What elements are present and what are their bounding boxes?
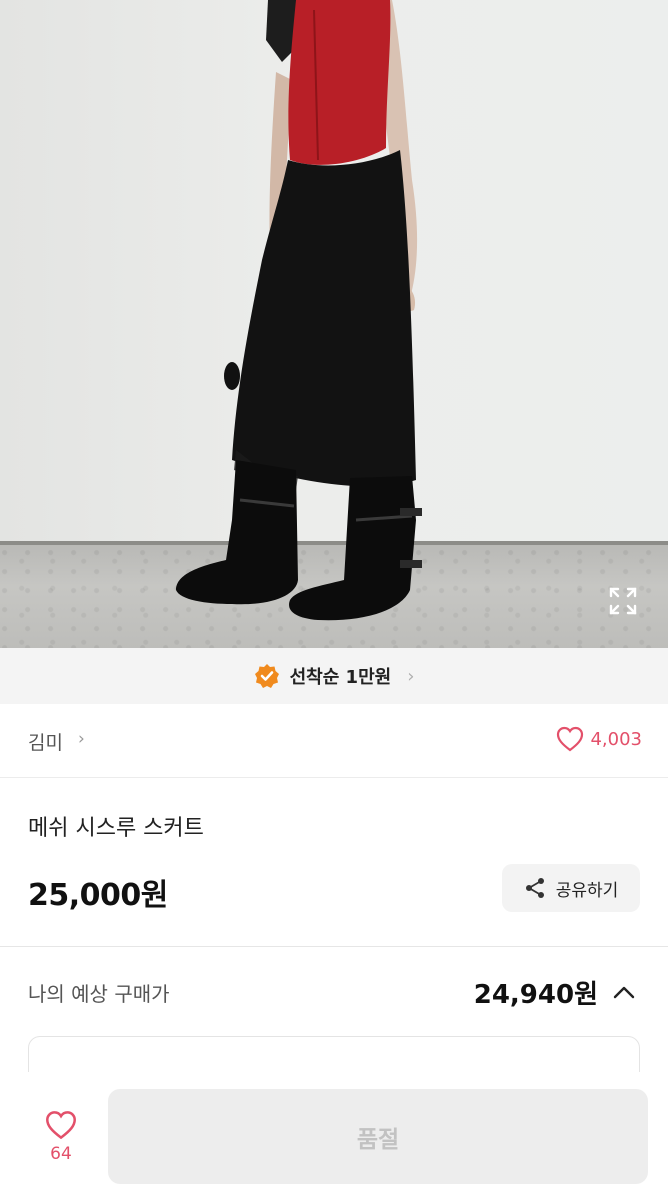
like-button-top[interactable]: 4,003 [556, 726, 642, 752]
bottom-like-count: 64 [50, 1144, 72, 1164]
heart-icon [557, 726, 584, 752]
expand-photo-button[interactable] [608, 586, 638, 616]
heart-icon [46, 1111, 76, 1140]
seller-row: 김미 › 4,003 [0, 704, 668, 778]
seller-name-link[interactable]: 김미 [28, 728, 63, 755]
section-divider [0, 946, 668, 947]
expand-icon [609, 587, 637, 615]
promo-text: 선착순 1만원 [289, 667, 392, 688]
soldout-button[interactable]: 품절 [108, 1089, 648, 1184]
verified-badge-icon [254, 664, 279, 688]
estimated-price-label: 나의 예상 구매가 [28, 982, 170, 1006]
share-button[interactable]: 공유하기 [502, 864, 640, 912]
chevron-up-icon [613, 986, 635, 999]
soldout-label: 품절 [356, 1126, 400, 1153]
promo-chevron-icon: › [407, 665, 415, 687]
share-label: 공유하기 [555, 880, 619, 901]
model-figure [176, 0, 422, 621]
promo-banner[interactable]: 선착순 1만원 › [0, 648, 668, 704]
like-count: 4,003 [590, 728, 642, 750]
product-title: 메쉬 시스루 스커트 [28, 816, 204, 841]
share-icon [525, 878, 544, 898]
estimated-price-value: 24,940원 [473, 980, 598, 1010]
bottom-action-bar: 64 품절 [0, 1072, 668, 1200]
like-button-bottom[interactable]: 64 [28, 1110, 94, 1176]
product-detail-page: 선착순 1만원 › 김미 › 4,003 메쉬 시스루 스커트 25,000원 … [0, 0, 668, 1200]
product-price: 25,000원 [28, 878, 168, 913]
seller-chevron-icon: › [78, 729, 85, 749]
estimate-toggle-button[interactable] [610, 978, 638, 1006]
product-photo[interactable] [0, 0, 668, 648]
